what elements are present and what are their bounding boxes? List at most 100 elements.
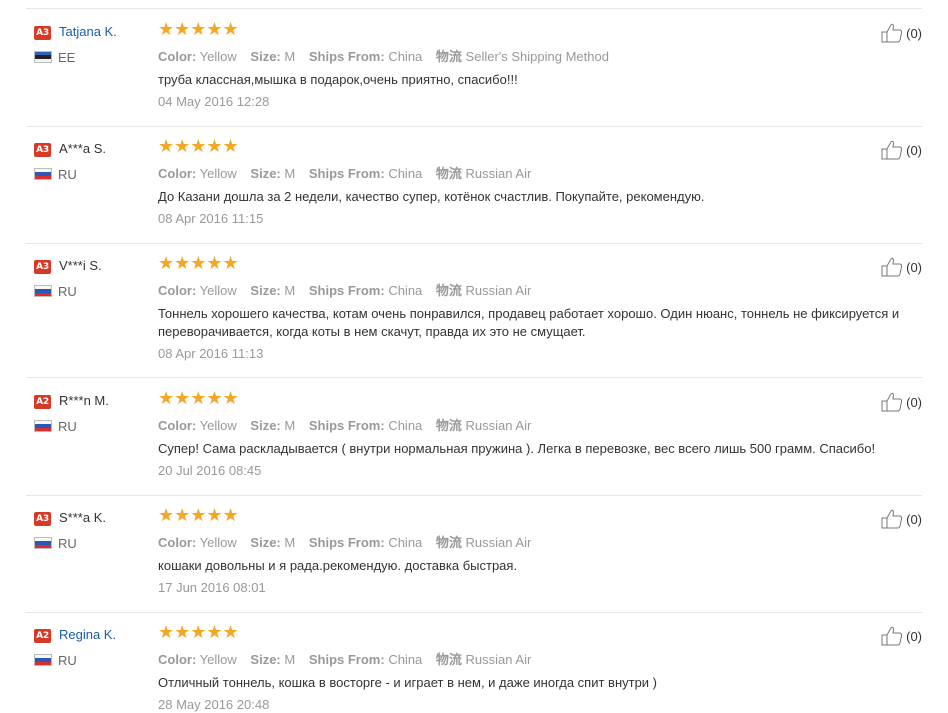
- helpful-button[interactable]: (0): [881, 626, 922, 646]
- review-text: Тоннель хорошего качества, котам очень п…: [158, 306, 900, 339]
- ships-from-value: China: [388, 283, 423, 298]
- shipping-label: 物流: [435, 418, 462, 433]
- helpful-count: (0): [906, 25, 922, 41]
- helpful-button[interactable]: (0): [881, 23, 922, 43]
- review-date: 28 May 2016 20:48: [158, 697, 270, 712]
- star-rating: ★★★★★: [158, 19, 239, 40]
- review-item: A3 A***a S. RU ★★★★★ Color: Yellow Size:…: [26, 126, 922, 244]
- color-value: Yellow: [199, 535, 237, 550]
- helpful-count: (0): [906, 142, 922, 158]
- star-rating: ★★★★★: [158, 253, 239, 274]
- shipping-label: 物流: [435, 652, 462, 667]
- review-item: A3 S***a K. RU ★★★★★ Color: Yellow Size:…: [26, 495, 922, 613]
- reviewer-name: A***a S.: [59, 141, 106, 156]
- shipping-value: Seller's Shipping Method: [465, 49, 609, 64]
- star-rating: ★★★★★: [158, 622, 239, 643]
- country-code: RU: [58, 653, 77, 668]
- color-value: Yellow: [199, 283, 237, 298]
- ships-from-value: China: [388, 49, 423, 64]
- thumbs-up-icon: [881, 23, 903, 43]
- review-date: 04 May 2016 12:28: [158, 94, 270, 109]
- country-code: RU: [58, 167, 77, 182]
- thumbs-up-icon: [881, 626, 903, 646]
- review-text: Отличный тоннель, кошка в восторге - и и…: [158, 675, 658, 690]
- shipping-value: Russian Air: [465, 418, 532, 433]
- helpful-count: (0): [906, 628, 922, 644]
- country-code: EE: [58, 50, 76, 65]
- size-label: Size:: [250, 535, 281, 550]
- reviewer-name[interactable]: Tatjana K.: [59, 24, 117, 39]
- color-value: Yellow: [199, 418, 237, 433]
- country-code: RU: [58, 536, 77, 551]
- helpful-count: (0): [906, 394, 922, 410]
- shipping-label: 物流: [435, 283, 462, 298]
- buyer-level-badge: A2: [34, 395, 51, 409]
- country-code: RU: [58, 284, 77, 299]
- shipping-value: Russian Air: [465, 535, 532, 550]
- reviewer-name: S***a K.: [59, 510, 106, 525]
- size-value: M: [284, 283, 296, 298]
- reviewer-name[interactable]: Regina K.: [59, 627, 116, 642]
- review-date: 08 Apr 2016 11:15: [158, 211, 264, 226]
- size-value: M: [284, 418, 296, 433]
- color-label: Color:: [158, 535, 197, 550]
- order-info: Color: Yellow Size: M Ships From: China …: [158, 280, 531, 299]
- size-label: Size:: [250, 418, 281, 433]
- helpful-button[interactable]: (0): [881, 140, 922, 160]
- star-rating: ★★★★★: [158, 505, 239, 526]
- shipping-label: 物流: [435, 49, 462, 64]
- ships-from-label: Ships From:: [308, 652, 385, 667]
- color-label: Color:: [158, 652, 197, 667]
- ships-from-label: Ships From:: [308, 166, 385, 181]
- review-text: До Казани дошла за 2 недели, качество су…: [158, 189, 705, 204]
- order-info: Color: Yellow Size: M Ships From: China …: [158, 163, 531, 182]
- size-value: M: [284, 166, 296, 181]
- helpful-button[interactable]: (0): [881, 509, 922, 529]
- buyer-level-badge: A3: [34, 143, 51, 157]
- review-item: A2 R***n M. RU ★★★★★ Color: Yellow Size:…: [26, 378, 922, 496]
- shipping-value: Russian Air: [465, 283, 532, 298]
- size-value: M: [284, 652, 296, 667]
- review-item: A3 Tatjana K. EE ★★★★★ Color: Yellow Siz…: [26, 9, 922, 127]
- reviewer-name: V***i S.: [59, 258, 102, 273]
- ships-from-label: Ships From:: [308, 49, 385, 64]
- ships-from-label: Ships From:: [308, 283, 385, 298]
- ships-from-value: China: [388, 418, 423, 433]
- order-info: Color: Yellow Size: M Ships From: China …: [158, 415, 531, 434]
- size-label: Size:: [250, 166, 281, 181]
- ships-from-value: China: [388, 652, 423, 667]
- review-item: A2 Regina K. RU ★★★★★ Color: Yellow Size…: [26, 612, 922, 713]
- buyer-level-badge: A3: [34, 26, 51, 40]
- ships-from-value: China: [388, 166, 423, 181]
- shipping-label: 物流: [435, 166, 462, 181]
- country-flag-icon: [34, 420, 52, 432]
- review-text: Супер! Сама раскладывается ( внутри норм…: [158, 441, 876, 456]
- ships-from-label: Ships From:: [308, 418, 385, 433]
- size-label: Size:: [250, 49, 281, 64]
- thumbs-up-icon: [881, 140, 903, 160]
- helpful-button[interactable]: (0): [881, 257, 922, 277]
- helpful-button[interactable]: (0): [881, 392, 922, 412]
- country-code: RU: [58, 419, 77, 434]
- country-flag-icon: [34, 285, 52, 297]
- review-date: 20 Jul 2016 08:45: [158, 463, 262, 478]
- color-label: Color:: [158, 418, 197, 433]
- shipping-label: 物流: [435, 535, 462, 550]
- country-flag-icon: [34, 168, 52, 180]
- helpful-count: (0): [906, 511, 922, 527]
- shipping-value: Russian Air: [465, 652, 532, 667]
- buyer-level-badge: A3: [34, 260, 51, 274]
- thumbs-up-icon: [881, 392, 903, 412]
- star-rating: ★★★★★: [158, 136, 239, 157]
- color-value: Yellow: [199, 652, 237, 667]
- helpful-count: (0): [906, 259, 922, 275]
- review-date: 08 Apr 2016 11:13: [158, 346, 264, 361]
- size-label: Size:: [250, 283, 281, 298]
- color-label: Color:: [158, 166, 197, 181]
- ships-from-value: China: [388, 535, 423, 550]
- ships-from-label: Ships From:: [308, 535, 385, 550]
- size-value: M: [284, 535, 296, 550]
- color-value: Yellow: [199, 49, 237, 64]
- color-label: Color:: [158, 283, 197, 298]
- color-value: Yellow: [199, 166, 237, 181]
